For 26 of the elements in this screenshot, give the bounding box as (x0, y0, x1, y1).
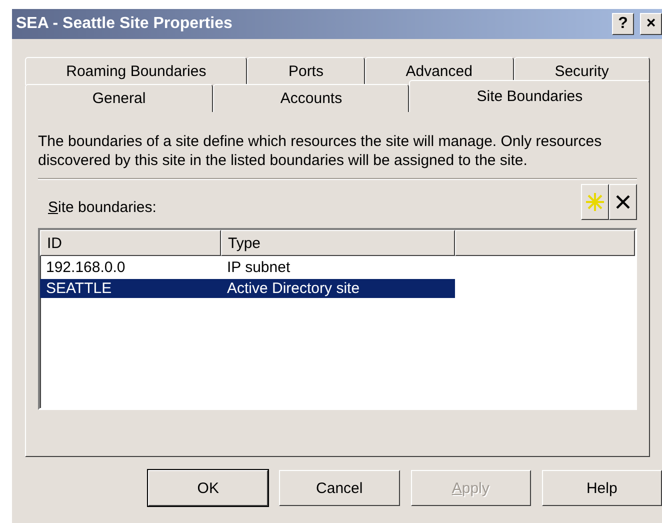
tab[interactable]: General (25, 84, 214, 112)
table-cell-text: Active Directory site (226, 280, 361, 297)
window-title: SEA - Seattle Site Properties (16, 15, 234, 33)
list-row[interactable]: SEATTLE Active Directory site (40, 279, 455, 298)
delete-button[interactable] (609, 184, 637, 220)
column-header[interactable] (455, 230, 635, 256)
new-button[interactable] (581, 184, 609, 220)
dialog-button[interactable]: Help (542, 470, 662, 506)
tab[interactable]: Accounts (213, 84, 410, 112)
star-burst-icon (585, 192, 605, 212)
table-cell-text: 192.168.0.0 (45, 259, 126, 276)
column-header[interactable]: ID (40, 230, 221, 256)
list-label: Site boundaries: (48, 199, 156, 218)
delete-icon (615, 194, 631, 210)
column-header[interactable]: Type (221, 230, 455, 256)
table-cell-text: SEATTLE (45, 280, 113, 297)
tab[interactable]: Ports (247, 57, 365, 85)
dialog-button[interactable]: OK (148, 470, 268, 506)
description-text: The boundaries of a site define which resources the site will manage. Only resources discovered by this site in the listed boundaries will be assigned to the site. (38, 132, 603, 170)
list-row[interactable]: 192.168.0.0 IP subnet (40, 258, 455, 277)
close-button[interactable]: × (640, 13, 662, 35)
tab[interactable]: Site Boundaries (409, 80, 650, 112)
dialog-button[interactable]: Cancel (279, 470, 400, 506)
tab[interactable]: Roaming Boundaries (25, 57, 248, 85)
table-cell-text: IP subnet (226, 259, 292, 276)
help-button[interactable]: ? (612, 13, 634, 35)
